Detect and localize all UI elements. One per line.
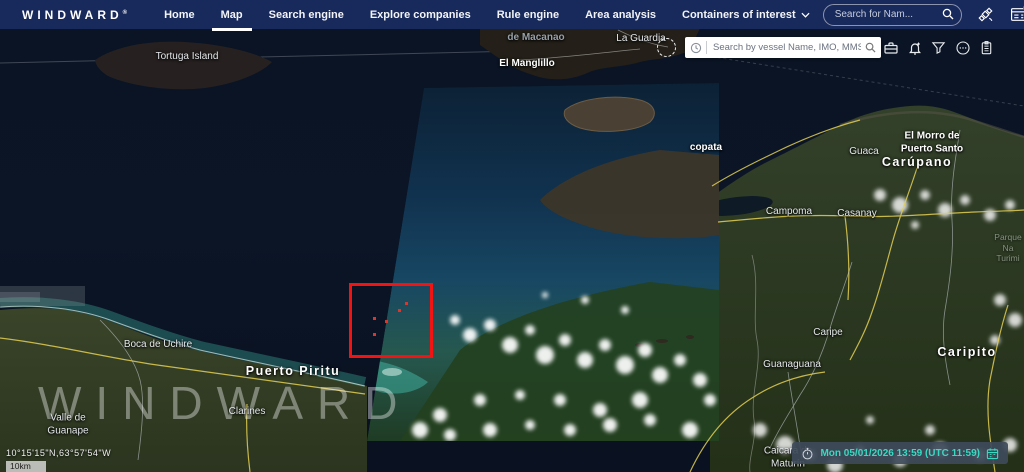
vessel-marker[interactable] — [373, 317, 376, 320]
map-label-clarines: Clarines — [228, 405, 266, 417]
map-label-carupano: Carúpano — [881, 155, 953, 170]
filter-icon[interactable] — [930, 39, 947, 56]
map-label-boca-de-uchire: Boca de Uchire — [123, 338, 193, 350]
more-options-icon[interactable] — [954, 39, 971, 56]
toolbox-icon[interactable] — [882, 39, 899, 56]
vessel-search-bar — [685, 37, 881, 58]
nav-item-area-analysis[interactable]: Area analysis — [572, 0, 669, 29]
map-scale: 10km — [6, 461, 46, 472]
nav-item-home[interactable]: Home — [151, 0, 208, 29]
top-navigation-bar: WINDWARD® Home Map Search engine Explore… — [0, 0, 1024, 31]
nav-item-containers-of-interest[interactable]: Containers of interest — [669, 0, 823, 29]
global-search — [822, 3, 962, 26]
vessel-marker[interactable] — [398, 309, 401, 312]
selection-circle-marker[interactable] — [657, 38, 676, 57]
windward-watermark: WINDWARD — [38, 377, 412, 429]
map-label-valle-de-guanape: Valle de Guanape — [47, 412, 89, 437]
map-label-puerto-piritu: Puerto Piritu — [245, 364, 341, 379]
vessel-marker[interactable] — [385, 320, 388, 323]
cursor-coordinates: 10°15'15"N,63°57'54"W — [6, 448, 112, 458]
calendar-icon[interactable] — [986, 447, 999, 460]
satellite-icon[interactable] — [977, 6, 995, 24]
nav-item-rule-engine[interactable]: Rule engine — [484, 0, 572, 29]
map-label-guaca: Guaca — [849, 145, 879, 157]
map-label-casanay: Casanay — [837, 207, 877, 219]
windward-map-screen: WINDWARD de Macanao El Manglillo La Guar… — [0, 0, 1024, 472]
map-label-copata: copata — [689, 141, 723, 153]
windward-logo[interactable]: WINDWARD® — [22, 8, 127, 22]
stopwatch-icon — [803, 447, 813, 459]
map-timestamp: Mon 05/01/2026 13:59 (UTC 11:59) — [820, 447, 980, 459]
nav-right-cluster: NO — [822, 3, 1024, 26]
add-alert-bell-icon[interactable] — [906, 39, 923, 56]
map-tools — [882, 39, 995, 56]
map-label-tortuga-island: Tortuga Island — [155, 50, 219, 62]
vessel-search-input[interactable] — [707, 42, 865, 53]
main-menu: Home Map Search engine Explore companies… — [151, 0, 823, 31]
satellite-tile — [367, 83, 719, 441]
map-label-campoma: Campoma — [765, 205, 813, 217]
map-label-el-manglillo: El Manglillo — [499, 57, 555, 69]
chevron-down-icon — [801, 12, 810, 18]
map-label-el-morro-de-puerto-santo: El Morro de Puerto Santo — [900, 130, 964, 155]
map-label-parque-nacional: Parque Na Turimi — [994, 232, 1022, 264]
map-label-caripito: Caripito — [937, 345, 997, 360]
clipboard-list-icon[interactable] — [978, 39, 995, 56]
nav-item-explore-companies[interactable]: Explore companies — [357, 0, 484, 29]
vessel-marker[interactable] — [405, 302, 408, 305]
area-annotation-rectangle — [349, 283, 433, 358]
map-label-guanaguana: Guanaguana — [763, 358, 821, 370]
history-clock-icon[interactable] — [690, 42, 702, 54]
nav-item-search-engine[interactable]: Search engine — [256, 0, 357, 29]
search-icon[interactable] — [865, 42, 876, 53]
map-label-caripe: Caripe — [813, 326, 843, 338]
nav-item-map[interactable]: Map — [208, 0, 256, 31]
vessel-marker[interactable] — [373, 333, 376, 336]
news-panel-icon[interactable] — [1010, 4, 1024, 24]
map-label-de-macanao: de Macanao — [507, 31, 565, 43]
time-control-bar[interactable]: Mon 05/01/2026 13:59 (UTC 11:59) — [792, 442, 1008, 464]
search-icon[interactable] — [942, 7, 954, 25]
